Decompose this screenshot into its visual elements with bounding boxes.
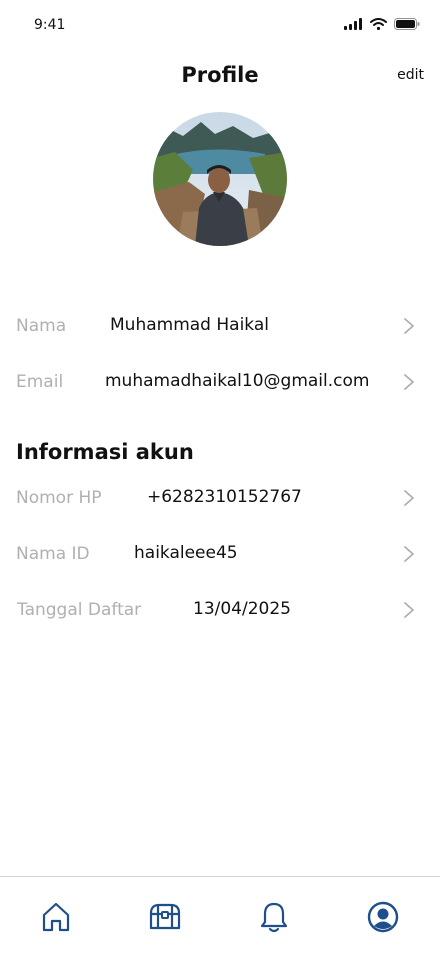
tab-chest[interactable] <box>147 899 183 935</box>
chevron-right-icon <box>404 318 414 334</box>
tab-home[interactable] <box>38 899 74 935</box>
register-date-label: Tanggal Daftar <box>17 600 142 620</box>
name-id-value: haikaleee45 <box>134 543 238 563</box>
edit-button[interactable]: edit <box>397 67 424 83</box>
avatar <box>153 112 287 246</box>
account-section-title: Informasi akun <box>16 440 194 464</box>
nama-value: Muhammad Haikal <box>110 315 269 335</box>
profile-icon <box>367 901 399 933</box>
phone-value: +6282310152767 <box>147 487 302 507</box>
chevron-right-icon <box>404 374 414 390</box>
status-time: 9:41 <box>34 17 66 33</box>
email-row[interactable]: Email muhamadhaikal10@gmail.com <box>0 362 440 402</box>
status-bar: 9:41 <box>0 0 440 50</box>
tab-bar <box>0 876 440 957</box>
chevron-right-icon <box>404 490 414 506</box>
home-icon <box>42 902 70 932</box>
phone-label: Nomor HP <box>16 488 102 508</box>
email-label: Email <box>16 372 64 392</box>
bell-icon <box>260 902 288 933</box>
phone-row[interactable]: Nomor HP +6282310152767 <box>0 478 440 518</box>
signal-icon <box>344 18 362 30</box>
wifi-icon <box>370 18 387 30</box>
nama-row[interactable]: Nama Muhammad Haikal <box>0 306 440 346</box>
email-value: muhamadhaikal10@gmail.com <box>105 371 370 391</box>
nama-label: Nama <box>16 316 67 336</box>
name-id-row[interactable]: Nama ID haikaleee45 <box>0 534 440 574</box>
name-id-label: Nama ID <box>16 544 90 564</box>
register-date-row[interactable]: Tanggal Daftar 13/04/2025 <box>0 590 440 630</box>
avatar-photo <box>153 112 287 246</box>
tab-notifications[interactable] <box>256 899 292 935</box>
treasure-chest-icon <box>149 903 181 930</box>
tab-profile[interactable] <box>365 899 401 935</box>
chevron-right-icon <box>404 546 414 562</box>
status-icons <box>344 18 420 30</box>
page-title: Profile <box>181 63 259 87</box>
chevron-right-icon <box>404 602 414 618</box>
battery-icon <box>394 18 420 30</box>
register-date-value: 13/04/2025 <box>193 599 291 619</box>
